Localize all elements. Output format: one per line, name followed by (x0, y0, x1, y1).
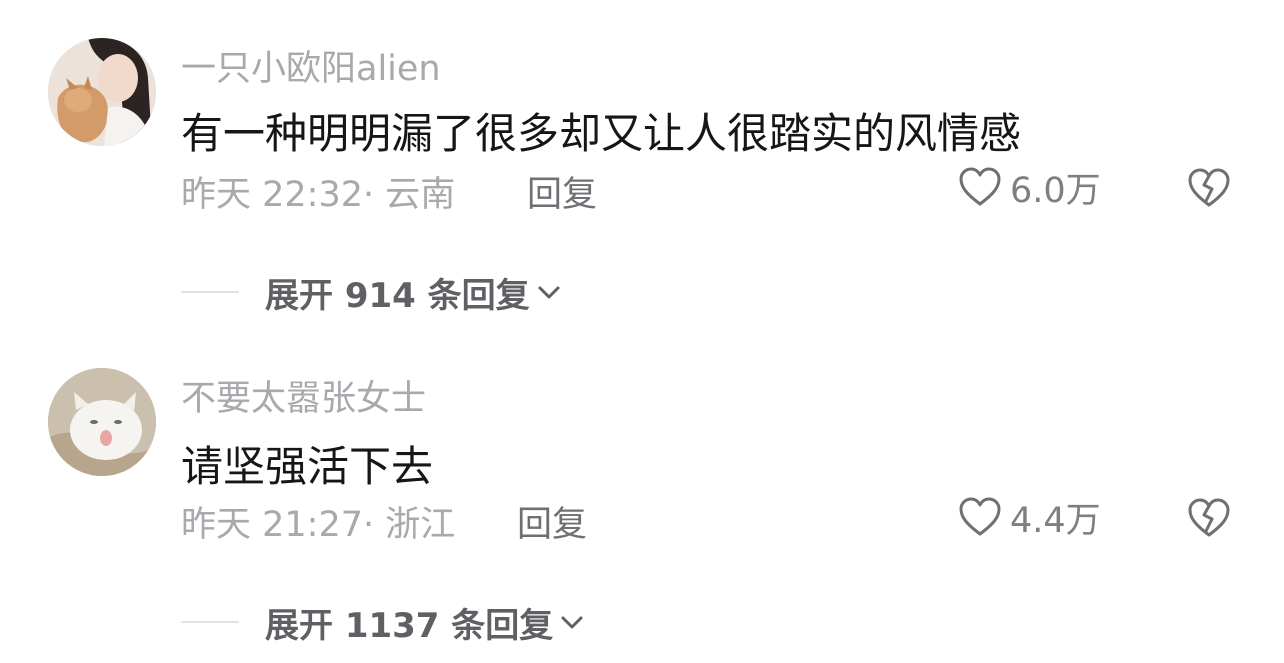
dislike-button[interactable] (1186, 495, 1232, 541)
like-count: 6.0万 (1010, 170, 1101, 211)
expand-replies-button[interactable]: 展开 914 条回复 (181, 270, 562, 316)
divider-line (181, 291, 239, 293)
expand-replies-label: 展开 1137 条回复 (265, 605, 554, 646)
reply-button[interactable]: 回复 (517, 496, 587, 547)
broken-heart-icon (1188, 168, 1230, 207)
broken-heart-icon (1188, 498, 1230, 537)
comment-text: 有一种明明漏了很多却又让人很踏实的风情感 (181, 109, 1022, 158)
username[interactable]: 一只小欧阳alien (181, 40, 441, 91)
chevron-down-icon (538, 286, 560, 299)
avatar-white-cat-icon (48, 368, 156, 476)
like-count: 4.4万 (1010, 500, 1101, 541)
avatar-girl-with-cat-icon (48, 38, 156, 146)
dislike-button[interactable] (1186, 165, 1232, 211)
heart-outline-icon (959, 167, 1001, 206)
comment-text: 请坚强活下去 (181, 442, 434, 491)
chevron-down-icon (561, 616, 583, 629)
expand-replies-label: 展开 914 条回复 (265, 275, 530, 316)
like-button[interactable]: 4.4万 (958, 494, 1101, 541)
divider-line (181, 621, 239, 623)
avatar[interactable] (48, 38, 156, 146)
reply-button[interactable]: 回复 (527, 166, 597, 217)
heart-outline-icon (959, 497, 1001, 536)
username[interactable]: 不要太嚣张女士 (181, 370, 426, 421)
expand-replies-button[interactable]: 展开 1137 条回复 (181, 600, 585, 646)
comment-meta: 昨天 21:27· 浙江 (181, 505, 456, 545)
like-button[interactable]: 6.0万 (958, 164, 1101, 211)
avatar[interactable] (48, 368, 156, 476)
comment-meta: 昨天 22:32· 云南 (181, 175, 456, 215)
